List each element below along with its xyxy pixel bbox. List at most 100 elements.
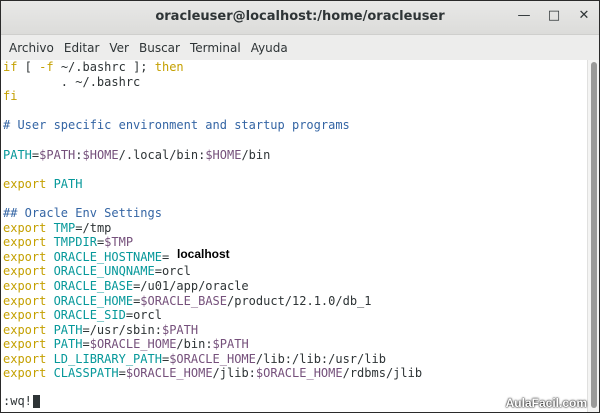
window-controls: — □ ✕ (517, 9, 591, 23)
code-token: =/tmp (75, 220, 112, 235)
code-token: CLASSPATH (46, 366, 119, 381)
menu-ver[interactable]: Ver (104, 41, 134, 55)
code-token: ORACLE_UNQNAME (46, 264, 155, 279)
code-token: PATH (46, 176, 83, 191)
close-icon[interactable]: ✕ (577, 9, 591, 23)
code-token: fi (3, 89, 18, 104)
code-token: export (3, 278, 47, 293)
command-line[interactable]: :wq! (3, 394, 40, 408)
code-token: export (3, 235, 47, 250)
code-token: LD_LIBRARY_PATH (46, 351, 162, 366)
code-token: if (3, 60, 18, 74)
terminal-line: export ORACLE_HOSTNAME= (1, 250, 590, 265)
menu-ayuda[interactable]: Ayuda (246, 41, 293, 55)
code-token: $HOME (205, 147, 242, 162)
code-token: =/u01/app/oracle (133, 278, 249, 293)
code-token: export (3, 264, 47, 279)
code-token: = (82, 337, 90, 352)
code-token: TMP (46, 220, 76, 235)
code-token: ORACLE_SID (46, 308, 126, 323)
code-token: export (3, 366, 47, 381)
scrollbar-thumb[interactable] (591, 62, 597, 408)
code-token: ORACLE_BASE (46, 278, 134, 293)
terminal-line: export PATH=/usr/sbin:$PATH (1, 323, 590, 338)
code-token: $PATH (39, 147, 76, 162)
code-token: =orcl (125, 308, 162, 323)
code-token: /jlib: (212, 366, 256, 381)
code-token: /bin: (176, 337, 213, 352)
menu-buscar[interactable]: Buscar (134, 41, 185, 55)
hostname-tooltip: localhost (171, 246, 236, 263)
code-token: /bin (241, 147, 271, 162)
code-token: /lib:/lib:/usr/lib (255, 351, 386, 366)
terminal-line: export TMPDIR=$TMP (1, 235, 590, 250)
code-token: /product/12.1.0/db_1 (227, 293, 372, 308)
terminal-line: export TMP=/tmp (1, 221, 590, 236)
code-token: =orcl (154, 264, 191, 279)
code-token: # User specific environment and startup … (3, 118, 350, 133)
code-token: export (3, 308, 47, 323)
code-token: $ORACLE_HOME (89, 337, 177, 352)
code-token: export (3, 249, 47, 264)
terminal-line: export PATH (1, 177, 590, 192)
code-token: /rdbms/jlib (342, 366, 423, 381)
title-bar[interactable]: oracleuser@localhost:/home/oracleuser — … (1, 1, 599, 35)
code-token: PATH (3, 147, 32, 162)
code-token: -f (39, 60, 54, 74)
terminal-line: export ORACLE_SID=orcl (1, 308, 590, 323)
terminal-line: ## Oracle Env Settings (1, 206, 590, 221)
terminal-line: export LD_LIBRARY_PATH=$ORACLE_HOME/lib:… (1, 352, 590, 367)
code-token: [ (17, 60, 40, 74)
code-token: $PATH (161, 322, 199, 337)
code-token: export (3, 337, 47, 352)
code-token: $ORACLE_HOME (255, 366, 343, 381)
code-token: $ORACLE_HOME (169, 351, 256, 366)
menu-terminal[interactable]: Terminal (185, 41, 246, 55)
terminal-line: export ORACLE_BASE=/u01/app/oracle (1, 279, 590, 294)
scrollbar[interactable] (587, 60, 599, 412)
code-token: . ~/.bashrc (3, 74, 141, 89)
terminal-line: if [ -f ~/.bashrc ]; then (1, 60, 590, 75)
terminal-line: fi (1, 89, 590, 104)
menu-bar: Archivo Editar Ver Buscar Terminal Ayuda (1, 35, 599, 61)
code-token: export (3, 322, 47, 337)
terminal-line: export PATH=$ORACLE_HOME/bin:$PATH (1, 337, 590, 352)
terminal-line: export ORACLE_HOME=$ORACLE_BASE/product/… (1, 294, 590, 309)
code-token: = (118, 366, 126, 381)
code-token: $HOME (82, 147, 119, 162)
code-token: export (3, 176, 47, 191)
code-token: ORACLE_HOME (46, 293, 134, 308)
code-token: ORACLE_HOSTNAME (46, 249, 162, 264)
terminal-content[interactable]: if [ -f ~/.bashrc ]; then . ~/.bashrc fi #… (1, 60, 590, 412)
code-token: $ORACLE_BASE (140, 293, 227, 308)
menu-editar[interactable]: Editar (59, 41, 105, 55)
minimize-icon[interactable]: — (517, 9, 531, 23)
code-token: export (3, 351, 47, 366)
code-token: PATH (46, 337, 83, 352)
terminal-line: export ORACLE_UNQNAME=orcl (1, 264, 590, 279)
code-token: = (161, 249, 170, 264)
code-token: ## Oracle Env Settings (3, 205, 162, 220)
code-token: =/usr/sbin: (82, 322, 162, 337)
code-token: : (75, 147, 83, 162)
code-token: $TMP (104, 235, 134, 250)
code-token: /.local/bin: (118, 147, 206, 162)
terminal-line: . ~/.bashrc (1, 75, 590, 90)
code-token: export (3, 220, 47, 235)
terminal-line: export CLASSPATH=$ORACLE_HOME/jlib:$ORAC… (1, 366, 590, 381)
code-token: TMPDIR (46, 235, 97, 250)
code-token: PATH (46, 322, 83, 337)
maximize-icon[interactable]: □ (547, 9, 561, 23)
command-text: :wq! (3, 394, 32, 408)
code-token: $PATH (212, 337, 249, 352)
code-token: then (154, 60, 184, 74)
terminal-line: # User specific environment and startup … (1, 118, 590, 133)
code-token: ~/.bashrc ]; (53, 60, 155, 74)
menu-archivo[interactable]: Archivo (4, 41, 59, 55)
code-token: export (3, 293, 47, 308)
watermark: AulaFacil.com (505, 396, 587, 410)
